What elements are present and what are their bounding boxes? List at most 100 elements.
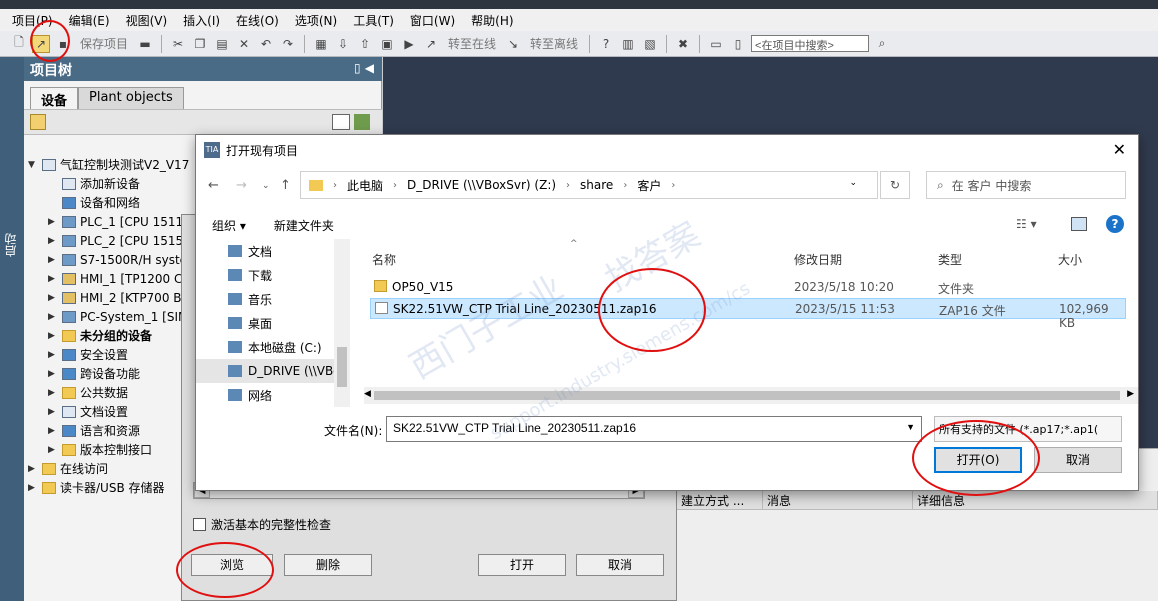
- menu-item[interactable]: 帮助(H): [463, 12, 521, 29]
- organize-button[interactable]: 组织 ▾: [212, 217, 246, 234]
- menu-item[interactable]: 插入(I): [175, 12, 228, 29]
- expand-arrow-icon[interactable]: ▶: [48, 350, 58, 360]
- checkbox-box[interactable]: [193, 518, 206, 531]
- expand-arrow-icon[interactable]: ▶: [48, 236, 58, 246]
- redo-icon[interactable]: ↷: [279, 35, 297, 53]
- nav-item[interactable]: 下载: [196, 263, 350, 287]
- menu-item[interactable]: 在线(O): [228, 12, 287, 29]
- expand-arrow-icon[interactable]: ▶: [48, 426, 58, 436]
- expand-arrow-icon[interactable]: ▼: [28, 160, 38, 170]
- col-size[interactable]: 大小: [1058, 251, 1082, 268]
- back-arrow-icon[interactable]: ←: [208, 178, 219, 193]
- recent-locations-icon[interactable]: ⌄: [262, 181, 270, 191]
- start-sim-icon[interactable]: ▶: [400, 35, 418, 53]
- scroll-right-icon[interactable]: ▶: [1127, 389, 1134, 399]
- scroll-thumb[interactable]: [337, 347, 347, 387]
- expand-arrow-icon[interactable]: ▶: [28, 464, 38, 474]
- delete-button[interactable]: 删除: [284, 554, 372, 576]
- nav-item[interactable]: D_DRIVE (\\VBo: [196, 359, 350, 383]
- expand-arrow-icon[interactable]: ▶: [48, 445, 58, 455]
- breadcrumb-chevron-icon[interactable]: ›: [566, 180, 570, 191]
- nav-item[interactable]: 文档: [196, 239, 350, 263]
- expand-arrow-icon[interactable]: ▶: [48, 293, 58, 303]
- breadcrumb-drive[interactable]: D_DRIVE (\\VBoxSvr) (Z:): [407, 178, 556, 192]
- folder-search-input[interactable]: ⌕ 在 客户 中搜索: [926, 171, 1126, 199]
- go-offline-button[interactable]: 转至离线: [530, 35, 578, 52]
- tab-plant-objects[interactable]: Plant objects: [78, 87, 184, 109]
- nav-item[interactable]: 本地磁盘 (C:): [196, 335, 350, 359]
- filename-input[interactable]: SK22.51VW_CTP Trial Line_20230511.zap16 …: [386, 416, 922, 442]
- col-details[interactable]: 详细信息: [913, 491, 1158, 509]
- view-options-icon[interactable]: ☷ ▾: [1016, 217, 1037, 231]
- menu-item[interactable]: 视图(V): [118, 12, 176, 29]
- cross-reference-icon[interactable]: ▥: [619, 35, 637, 53]
- expand-arrow-icon[interactable]: ▶: [48, 255, 58, 265]
- integrity-check-checkbox[interactable]: 激活基本的完整性检查: [193, 516, 331, 533]
- expand-arrow-icon[interactable]: ▶: [48, 331, 58, 341]
- col-name[interactable]: 名称: [372, 251, 396, 268]
- filter-icon[interactable]: [354, 114, 370, 130]
- go-offline-icon[interactable]: ↘: [504, 35, 522, 53]
- dialog-cancel-button[interactable]: 取消: [1034, 447, 1122, 473]
- breadcrumb-share[interactable]: share: [580, 178, 613, 192]
- file-list-scrollbar[interactable]: ◀ ▶: [364, 387, 1138, 404]
- nav-item[interactable]: 桌面: [196, 311, 350, 335]
- scroll-left-icon[interactable]: ◀: [364, 389, 371, 399]
- download-icon[interactable]: ⇩: [334, 35, 352, 53]
- up-arrow-icon[interactable]: ↑: [280, 178, 291, 193]
- split-horizontal-icon[interactable]: ▭: [707, 35, 725, 53]
- copy-icon[interactable]: ❐: [191, 35, 209, 53]
- menu-item[interactable]: 窗口(W): [402, 12, 463, 29]
- upload-icon[interactable]: ⇧: [356, 35, 374, 53]
- split-vertical-icon[interactable]: ▯: [729, 35, 747, 53]
- new-folder-button[interactable]: 新建文件夹: [274, 217, 334, 234]
- menu-item[interactable]: 选项(N): [287, 12, 345, 29]
- navigation-scrollbar[interactable]: [334, 239, 350, 407]
- print-icon[interactable]: ▬: [136, 35, 154, 53]
- breadcrumb-this-pc[interactable]: 此电脑: [347, 177, 383, 194]
- save-project-button[interactable]: 保存项目: [80, 35, 128, 52]
- expand-arrow-icon[interactable]: ▶: [48, 274, 58, 284]
- diagnostics-icon[interactable]: ▧: [641, 35, 659, 53]
- breadcrumb-chevron-icon[interactable]: ›: [671, 180, 675, 191]
- address-dropdown-icon[interactable]: ⌄: [849, 178, 857, 188]
- refresh-icon[interactable]: ↻: [890, 178, 900, 192]
- filename-dropdown-icon[interactable]: ▼: [906, 422, 915, 432]
- close-tools-icon[interactable]: ✖: [674, 35, 692, 53]
- help-icon[interactable]: ?: [1106, 215, 1124, 233]
- expand-arrow-icon[interactable]: ▶: [48, 369, 58, 379]
- nav-item[interactable]: 网络: [196, 383, 350, 407]
- accessible-devices-icon[interactable]: ?: [597, 35, 615, 53]
- breadcrumb-chevron-icon[interactable]: ›: [393, 180, 397, 191]
- paste-icon[interactable]: ▤: [213, 35, 231, 53]
- breadcrumb-customer[interactable]: 客户: [637, 177, 661, 194]
- breadcrumb-chevron-icon[interactable]: ›: [623, 180, 627, 191]
- expand-arrow-icon[interactable]: ▶: [28, 483, 38, 493]
- simulation-icon[interactable]: ▣: [378, 35, 396, 53]
- expand-arrow-icon[interactable]: ▶: [48, 407, 58, 417]
- expand-arrow-icon[interactable]: ▶: [48, 388, 58, 398]
- tab-devices[interactable]: 设备: [30, 87, 79, 109]
- project-search-input[interactable]: <在项目中搜索>: [751, 35, 870, 52]
- go-online-button[interactable]: 转至在线: [448, 35, 496, 52]
- col-date[interactable]: 修改日期: [794, 251, 842, 268]
- close-icon[interactable]: ✕: [1113, 140, 1126, 159]
- forward-arrow-icon[interactable]: →: [236, 178, 247, 193]
- undo-icon[interactable]: ↶: [257, 35, 275, 53]
- overview-icon[interactable]: [332, 114, 350, 130]
- go-online-icon[interactable]: ↗: [422, 35, 440, 53]
- col-message[interactable]: 消息: [763, 491, 913, 509]
- delete-icon[interactable]: ✕: [235, 35, 253, 53]
- scroll-thumb[interactable]: [374, 391, 1120, 400]
- search-go-icon[interactable]: ⌕: [873, 35, 891, 53]
- expand-arrow-icon[interactable]: ▶: [48, 217, 58, 227]
- col-type[interactable]: 类型: [938, 251, 962, 268]
- start-portal-strip[interactable]: 启动: [0, 57, 24, 601]
- cut-icon[interactable]: ✂: [169, 35, 187, 53]
- compile-icon[interactable]: ▦: [312, 35, 330, 53]
- refresh-button[interactable]: ↻: [880, 171, 910, 199]
- col-connection[interactable]: 建立方式 ...: [677, 491, 763, 509]
- add-item-icon[interactable]: [30, 114, 46, 130]
- open-button[interactable]: 打开: [478, 554, 566, 576]
- expand-arrow-icon[interactable]: ▶: [48, 312, 58, 322]
